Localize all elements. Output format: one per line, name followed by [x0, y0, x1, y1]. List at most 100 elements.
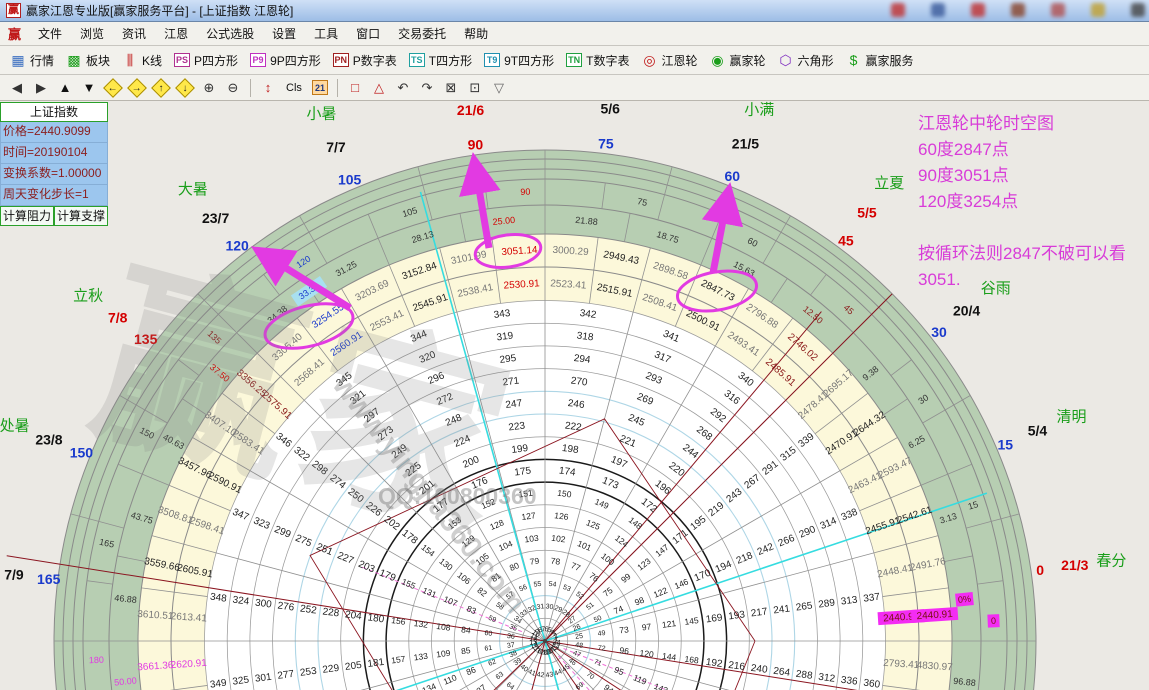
- svg-text:132: 132: [413, 618, 429, 630]
- svg-text:180: 180: [367, 612, 385, 625]
- cls-button[interactable]: Cls: [281, 78, 307, 98]
- svg-text:5/4: 5/4: [1028, 423, 1048, 439]
- svg-text:75: 75: [636, 196, 648, 208]
- menu-item-6[interactable]: 工具: [305, 24, 347, 44]
- svg-text:174: 174: [558, 465, 576, 478]
- rotate-ccw-icon[interactable]: ↶: [392, 78, 414, 98]
- svg-text:175: 175: [514, 465, 532, 478]
- toolbar-button-winner-wheel[interactable]: ◉赢家轮: [703, 50, 771, 71]
- menu-item-9[interactable]: 帮助: [455, 24, 497, 44]
- svg-text:15: 15: [997, 436, 1013, 452]
- toolbar-button-gann-wheel[interactable]: ◎江恩轮: [635, 50, 703, 71]
- svg-text:21/3: 21/3: [1061, 557, 1088, 573]
- svg-text:144: 144: [662, 651, 678, 663]
- winner-wheel-icon: ◉: [709, 53, 725, 68]
- pan-left-icon[interactable]: ←: [102, 78, 124, 98]
- updown-icon[interactable]: ↕: [257, 78, 279, 98]
- toolbar-button-pn[interactable]: PNP数字表: [327, 50, 403, 71]
- svg-text:20/4: 20/4: [953, 302, 980, 318]
- chart-area: 1234567891011121314151617181920212223242…: [0, 101, 1149, 690]
- parameter-row-3: 周天变化步长=1: [0, 185, 108, 206]
- toolbar-button-blocks[interactable]: ▩板块: [60, 50, 116, 71]
- svg-text:0%: 0%: [957, 594, 971, 605]
- toolbar-button-p9[interactable]: P99P四方形: [244, 50, 327, 71]
- nav-left-icon[interactable]: ◀: [6, 78, 28, 98]
- menu-logo-icon: 赢: [8, 24, 21, 43]
- main-toolbar: ▦行情▩板块 ⫼ K线 PSP四方形P99P四方形PNP数字表TST四方形T99T四方…: [0, 46, 1149, 75]
- svg-text:240: 240: [750, 663, 768, 676]
- toolbar-button-label: 板块: [86, 52, 110, 69]
- toolbar-button-hexagon[interactable]: ⬡六角形: [772, 50, 840, 71]
- nav-up-icon[interactable]: ▲: [54, 78, 76, 98]
- menu-item-0[interactable]: 文件: [29, 24, 71, 44]
- calc-resistance-button[interactable]: 计算阻力: [0, 206, 54, 226]
- svg-text:54: 54: [548, 581, 557, 589]
- svg-text:343: 343: [493, 308, 511, 321]
- toolbar-button-dollar[interactable]: $赢家服务: [840, 50, 920, 71]
- toolbar-button-label: K线: [142, 52, 162, 69]
- nav-down-icon[interactable]: ▼: [78, 78, 100, 98]
- analysis-note-line-2: 90度3051点: [918, 163, 1146, 189]
- svg-text:228: 228: [322, 606, 340, 619]
- svg-text:157: 157: [391, 654, 407, 666]
- svg-text:165: 165: [37, 571, 61, 587]
- svg-text:205: 205: [344, 660, 362, 673]
- parameter-panel: 上证指数 价格=2440.9099时间=20190104变换系数=1.00000…: [0, 102, 108, 226]
- symbol-name: 上证指数: [0, 102, 108, 122]
- zoom-in-icon[interactable]: ⊕: [198, 78, 220, 98]
- toolbar-button-label: T数字表: [586, 52, 629, 69]
- svg-text:168: 168: [684, 654, 700, 666]
- menu-item-7[interactable]: 窗口: [347, 24, 389, 44]
- kline-icon: ⫼: [122, 53, 138, 68]
- triangle-tool-icon[interactable]: △: [368, 78, 390, 98]
- toolbar-button-kline[interactable]: ⫼ K线: [116, 50, 168, 71]
- hexagon-icon: ⬡: [778, 53, 794, 68]
- svg-text:337: 337: [863, 592, 881, 605]
- svg-text:小暑: 小暑: [306, 105, 336, 122]
- calc-support-button[interactable]: 计算支撑: [54, 206, 108, 226]
- menu-item-3[interactable]: 江恩: [155, 24, 197, 44]
- svg-text:342: 342: [579, 308, 597, 321]
- square-tool-icon[interactable]: □: [344, 78, 366, 98]
- nav-right-icon[interactable]: ▶: [30, 78, 52, 98]
- toolbar-button-label: P数字表: [353, 52, 397, 69]
- svg-text:春分: 春分: [1096, 552, 1126, 569]
- menu-item-2[interactable]: 资讯: [113, 24, 155, 44]
- toolbar-button-grid[interactable]: ▦行情: [4, 50, 60, 71]
- svg-text:246: 246: [567, 398, 585, 411]
- svg-text:126: 126: [554, 510, 570, 522]
- toolbar-button-tn[interactable]: TNT数字表: [560, 50, 635, 71]
- pan-up-icon[interactable]: ↑: [150, 78, 172, 98]
- svg-text:60: 60: [725, 168, 741, 184]
- rotate-cw-icon[interactable]: ↷: [416, 78, 438, 98]
- pan-right-icon[interactable]: →: [126, 78, 148, 98]
- toolbar-button-label: 行情: [30, 52, 54, 69]
- toolbar-button-t9[interactable]: T99T四方形: [478, 50, 560, 71]
- svg-text:294: 294: [573, 353, 591, 366]
- svg-text:5/6: 5/6: [600, 101, 620, 117]
- zoom-out-icon[interactable]: ⊖: [222, 78, 244, 98]
- toolbar-button-label: 9T四方形: [504, 52, 554, 69]
- parameter-row-0: 价格=2440.9099: [0, 122, 108, 143]
- menu-item-4[interactable]: 公式选股: [197, 24, 263, 44]
- svg-text:小满: 小满: [744, 102, 774, 119]
- pan-down-icon[interactable]: ↓: [174, 78, 196, 98]
- expand-icon[interactable]: ⊠: [440, 78, 462, 98]
- analysis-note-line-4: [918, 215, 1146, 241]
- svg-text:120: 120: [639, 648, 655, 660]
- svg-text:325: 325: [232, 675, 250, 688]
- shrink-icon[interactable]: ⊡: [464, 78, 486, 98]
- svg-text:150: 150: [557, 488, 573, 500]
- toolbar-button-ps[interactable]: PSP四方形: [168, 50, 244, 71]
- svg-text:78: 78: [550, 556, 561, 567]
- svg-text:151: 151: [518, 488, 534, 500]
- menu-item-8[interactable]: 交易委托: [389, 24, 455, 44]
- svg-text:277: 277: [277, 669, 295, 682]
- menu-item-1[interactable]: 浏览: [71, 24, 113, 44]
- calendar-icon[interactable]: 21: [309, 78, 331, 98]
- svg-text:0: 0: [991, 616, 996, 626]
- toolbar-button-ts[interactable]: TST四方形: [403, 50, 478, 71]
- clear-icon[interactable]: ▽: [488, 78, 510, 98]
- menu-item-5[interactable]: 设置: [263, 24, 305, 44]
- wheel-toolbar: ◀▶▲▼←→↑↓⊕⊖ ↕Cls21 □△↶↷⊠⊡▽: [0, 75, 1149, 101]
